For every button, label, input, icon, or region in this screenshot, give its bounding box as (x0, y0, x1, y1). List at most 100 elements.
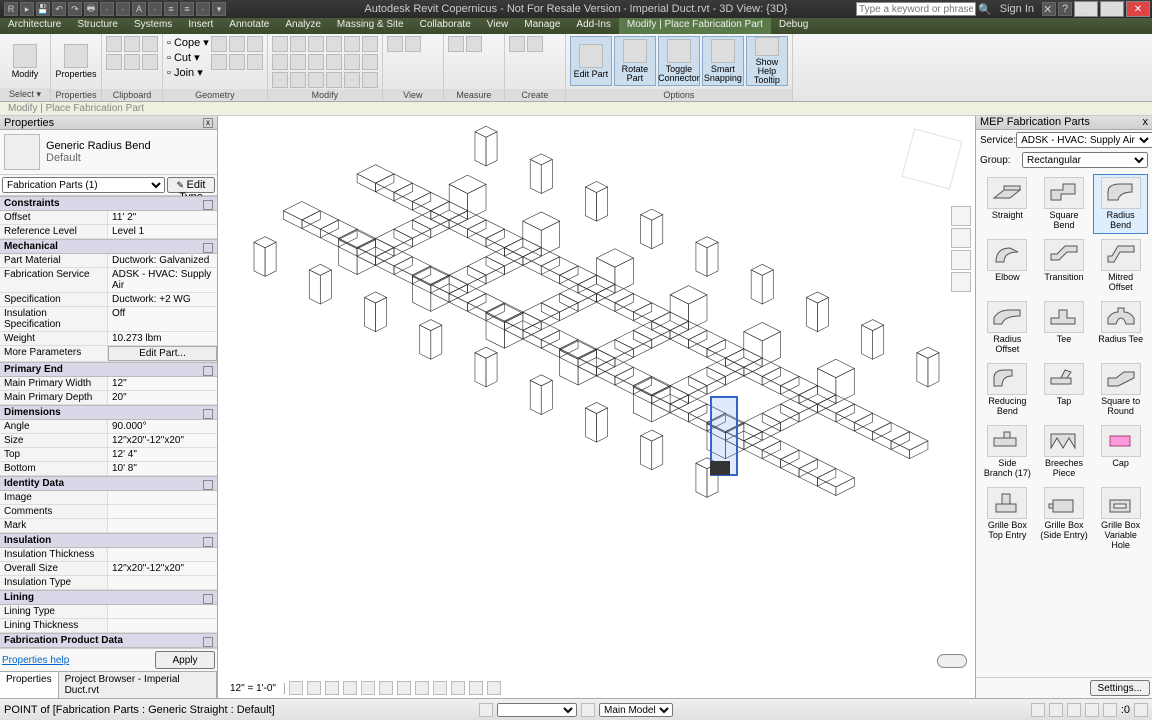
drag-icon[interactable] (1103, 703, 1117, 717)
property-group-header[interactable]: Dimensions (0, 405, 217, 420)
rendering-icon[interactable] (361, 681, 375, 695)
design-options-select[interactable]: Main Model (599, 703, 673, 717)
select-links-icon[interactable] (1031, 703, 1045, 717)
property-value[interactable]: 10.273 lbm (108, 332, 217, 345)
ribbon-small-button[interactable] (106, 54, 122, 70)
ribbon-small-button[interactable] (211, 54, 227, 70)
ribbon-split-button[interactable]: ▫ Cut ▾ (167, 51, 209, 64)
property-group-header[interactable]: Fabrication Product Data (0, 633, 217, 648)
ribbon-small-button[interactable] (466, 36, 482, 52)
ribbon-small-button[interactable] (387, 36, 403, 52)
property-value[interactable] (108, 548, 217, 561)
close-button[interactable]: ✕ (1126, 1, 1150, 17)
qat-icon[interactable]: A (132, 2, 146, 16)
property-value[interactable]: 10' 8" (108, 462, 217, 475)
property-value[interactable] (108, 619, 217, 632)
ribbon-split-button[interactable]: ▫ Cope ▾ (167, 36, 209, 49)
filter-icon[interactable] (1134, 703, 1148, 717)
fabrication-part-item[interactable]: Tap (1037, 360, 1092, 420)
qat-icon[interactable]: ≡ (164, 2, 178, 16)
ribbon-small-button[interactable] (527, 36, 543, 52)
property-group-header[interactable]: Identity Data (0, 476, 217, 491)
undo-icon[interactable]: ↶ (52, 2, 66, 16)
ribbon-small-button[interactable] (308, 72, 324, 88)
visual-style-icon[interactable] (307, 681, 321, 695)
ribbon-tab[interactable]: Architecture (0, 18, 69, 34)
ribbon-small-button[interactable] (272, 72, 288, 88)
apply-button[interactable]: Apply (155, 651, 215, 669)
help-icon[interactable]: ? (1058, 2, 1072, 16)
select-face-icon[interactable] (1085, 703, 1099, 717)
fabrication-part-item[interactable]: Grille Box Top Entry (980, 484, 1035, 544)
ribbon-small-button[interactable] (344, 72, 360, 88)
fabrication-part-item[interactable]: Transition (1037, 236, 1092, 296)
property-group-header[interactable]: Primary End (0, 362, 217, 377)
selection-filter[interactable]: Fabrication Parts (1) (2, 177, 165, 193)
ribbon-small-button[interactable] (362, 36, 378, 52)
select-pinned-icon[interactable] (1067, 703, 1081, 717)
ribbon-button[interactable]: Edit Part (570, 36, 612, 86)
ribbon-small-button[interactable] (272, 54, 288, 70)
property-group-header[interactable]: Insulation (0, 533, 217, 548)
ribbon-small-button[interactable] (344, 36, 360, 52)
property-group-header[interactable]: Mechanical (0, 239, 217, 254)
fabrication-part-item[interactable]: Elbow (980, 236, 1035, 296)
fabrication-part-item[interactable]: Square to Round (1093, 360, 1148, 420)
ribbon-tab[interactable]: Analyze (277, 18, 329, 34)
settings-button[interactable]: Settings... (1090, 680, 1150, 696)
ribbon-small-button[interactable] (362, 54, 378, 70)
property-button[interactable]: Edit Part... (108, 346, 217, 361)
pan-icon[interactable] (951, 228, 971, 248)
property-value[interactable]: 20" (108, 391, 217, 404)
ribbon-small-button[interactable] (124, 36, 140, 52)
fabrication-part-item[interactable]: Mitred Offset (1093, 236, 1148, 296)
ribbon-small-button[interactable] (229, 54, 245, 70)
edit-type-button[interactable]: ✎ Edit Type (167, 177, 215, 193)
qat-icon[interactable]: · (116, 2, 130, 16)
drawing-area[interactable]: 12" = 1'-0" (218, 116, 976, 698)
print-icon[interactable]: 🖶 (84, 2, 98, 16)
property-value[interactable]: ADSK - HVAC: Supply Air (108, 268, 217, 292)
ribbon-button[interactable]: Smart Snapping (702, 36, 744, 86)
ribbon-small-button[interactable] (247, 36, 263, 52)
qat-icon[interactable]: · (100, 2, 114, 16)
ribbon-small-button[interactable] (448, 36, 464, 52)
fabrication-part-item[interactable]: Straight (980, 174, 1035, 234)
property-value[interactable]: Ductwork: +2 WG (108, 293, 217, 306)
ribbon-tab[interactable]: Structure (69, 18, 126, 34)
properties-help-link[interactable]: Properties help (2, 655, 69, 666)
shadows-icon[interactable] (343, 681, 357, 695)
viewcube[interactable] (897, 124, 967, 194)
fabrication-part-item[interactable]: Breeches Piece (1037, 422, 1092, 482)
ribbon-small-button[interactable] (509, 36, 525, 52)
property-value[interactable] (108, 576, 217, 589)
redo-icon[interactable]: ↷ (68, 2, 82, 16)
property-value[interactable]: Off (108, 307, 217, 331)
fabrication-part-item[interactable]: Cap (1093, 422, 1148, 482)
ribbon-small-button[interactable] (326, 36, 342, 52)
view-scale[interactable]: 12" = 1'-0" (222, 683, 285, 694)
ribbon-small-button[interactable] (326, 72, 342, 88)
ribbon-small-button[interactable] (308, 54, 324, 70)
property-value[interactable]: 12"x20"-12"x20" (108, 434, 217, 447)
fabrication-part-item[interactable]: Radius Bend (1093, 174, 1148, 234)
search-icon[interactable]: 🔍 (978, 3, 992, 16)
ribbon-small-button[interactable] (229, 36, 245, 52)
ribbon-tab[interactable]: Add-Ins (568, 18, 618, 34)
orbit-icon[interactable] (951, 272, 971, 292)
app-menu-icon[interactable]: R (4, 2, 18, 16)
ribbon-split-button[interactable]: ▫ Join ▾ (167, 66, 209, 79)
fabrication-part-item[interactable]: Radius Tee (1093, 298, 1148, 358)
ribbon-button[interactable]: Modify (4, 36, 46, 86)
property-value[interactable]: 12"x20"-12"x20" (108, 562, 217, 575)
property-value[interactable] (108, 519, 217, 532)
ribbon-small-button[interactable] (142, 36, 158, 52)
property-value[interactable]: 11' 2" (108, 211, 217, 224)
ribbon-small-button[interactable] (290, 36, 306, 52)
signin-link[interactable]: Sign In (994, 3, 1040, 15)
property-value[interactable]: 12' 4" (108, 448, 217, 461)
ribbon-tab[interactable]: Manage (516, 18, 568, 34)
ribbon-small-button[interactable] (124, 54, 140, 70)
fabrication-part-item[interactable]: Square Bend (1037, 174, 1092, 234)
ribbon-button[interactable]: Rotate Part (614, 36, 656, 86)
